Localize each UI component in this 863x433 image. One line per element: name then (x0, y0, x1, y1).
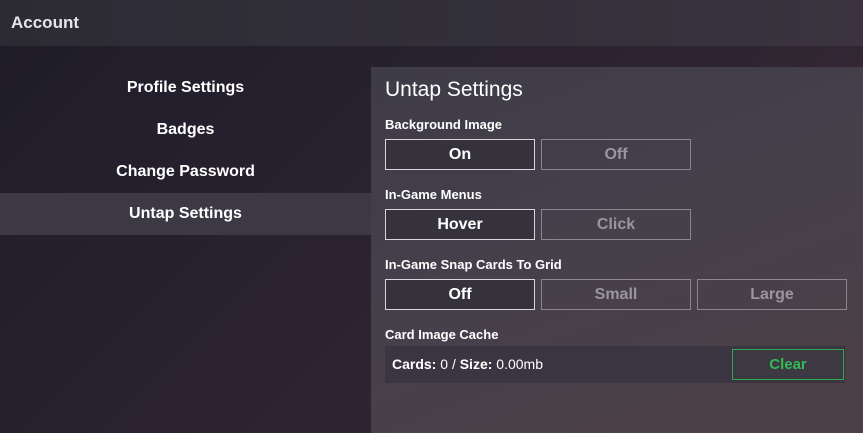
background-image-label: Background Image (385, 117, 503, 132)
background-image-off-button[interactable]: Off (541, 139, 691, 170)
snap-to-grid-off-button[interactable]: Off (385, 279, 535, 310)
size-label: Size: (459, 356, 493, 372)
sidebar: Profile Settings Badges Change Password … (0, 67, 371, 433)
background-image-on-button[interactable]: On (385, 139, 535, 170)
panel-title: Untap Settings (385, 78, 523, 101)
in-game-menus-hover-button[interactable]: Hover (385, 209, 535, 240)
snap-to-grid-small-button[interactable]: Small (541, 279, 691, 310)
cards-label: Cards: (392, 356, 437, 372)
settings-panel: Untap Settings Background Image On Off I… (371, 67, 863, 433)
snap-to-grid-large-button[interactable]: Large (697, 279, 847, 310)
in-game-menus-click-button[interactable]: Click (541, 209, 691, 240)
sidebar-item-badges[interactable]: Badges (0, 109, 371, 151)
size-value: 0.00mb (496, 356, 543, 372)
title-bar: Account (0, 0, 863, 46)
sidebar-item-change-password[interactable]: Change Password (0, 151, 371, 193)
cards-value: 0 (440, 356, 449, 372)
card-cache-bar: Cards: 0 / Size: 0.00mb Clear (385, 346, 845, 383)
clear-cache-button[interactable]: Clear (732, 349, 844, 380)
in-game-menus-label: In-Game Menus (385, 187, 482, 202)
account-window: Account Profile Settings Badges Change P… (0, 0, 863, 433)
sidebar-item-untap-settings[interactable]: Untap Settings (0, 193, 371, 235)
card-cache-status: Cards: 0 / Size: 0.00mb (392, 356, 543, 372)
card-image-cache-label: Card Image Cache (385, 327, 499, 342)
sidebar-item-profile-settings[interactable]: Profile Settings (0, 67, 371, 109)
window-title: Account (11, 13, 79, 32)
cache-separator: / (451, 356, 456, 372)
snap-to-grid-label: In-Game Snap Cards To Grid (385, 257, 562, 272)
